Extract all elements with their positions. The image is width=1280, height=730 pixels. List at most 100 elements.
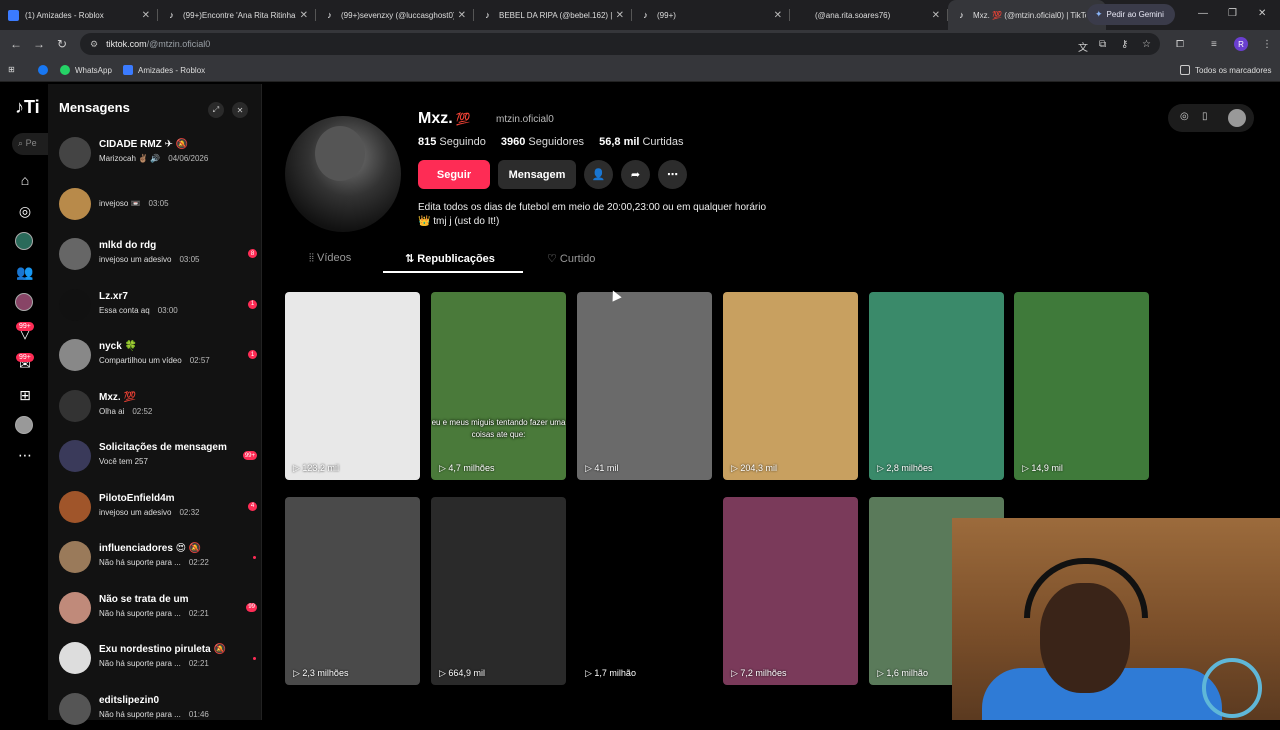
tiktok-logo[interactable]: ♪Ti	[15, 97, 40, 118]
conversation-preview: Essa conta aq 03:00	[99, 305, 178, 315]
messages-title: Mensagens	[59, 100, 130, 115]
browser-tab[interactable]: ♪ (99+)Encontre 'Ana Rita Ritinha' ✕	[158, 0, 316, 30]
top-right-controls: ◎ ▯	[1168, 104, 1254, 132]
conversation-item[interactable]: Não se trata de um Não há suporte para ..…	[59, 589, 259, 629]
conversation-item[interactable]: nyck 🍀 Compartilhou um vídeo 02:57 1	[59, 336, 259, 376]
conversation-item[interactable]: Mxz. 💯 Olha ai 02:52	[59, 387, 259, 427]
menu-icon[interactable]: ⋮	[1262, 39, 1272, 50]
explore-icon[interactable]: ◎	[16, 202, 34, 220]
minimize-icon[interactable]: —	[1198, 8, 1208, 19]
more-icon[interactable]: ⋯	[16, 446, 34, 464]
back-icon[interactable]: ←	[10, 37, 22, 51]
facebook-bookmark[interactable]	[38, 65, 53, 75]
view-count: ▷ 14,9 mil	[1022, 463, 1063, 473]
close-messages-icon[interactable]: ✕	[232, 102, 248, 118]
maximize-icon[interactable]: ❐	[1228, 8, 1237, 19]
close-tab-icon[interactable]: ✕	[300, 10, 308, 21]
video-tile[interactable]: ▷ 14,9 mil	[1014, 292, 1149, 480]
unread-dot	[253, 657, 256, 660]
bookmark-star-icon[interactable]: ☆	[1142, 39, 1151, 50]
all-bookmarks[interactable]: Todos os marcadores	[1180, 65, 1271, 75]
avatar	[59, 137, 91, 169]
more-options-icon[interactable]: ⋯	[658, 160, 687, 189]
conversation-item[interactable]: mlkd do rdg invejoso um adesivo 03:05 8	[59, 235, 259, 275]
search-input[interactable]: ⌕ Pe	[12, 133, 48, 155]
tab-reposts[interactable]: ⇅ Republicações	[405, 252, 495, 265]
close-tab-icon[interactable]: ✕	[774, 10, 782, 21]
video-tile[interactable]: ▷ 2,8 milhões	[869, 292, 1004, 480]
close-tab-icon[interactable]: ✕	[142, 10, 150, 21]
avatar	[59, 288, 91, 321]
conversation-preview: Olha ai 02:52	[99, 406, 153, 416]
translate-icon[interactable]: 文	[1078, 39, 1088, 54]
tab-videos[interactable]: ⦙⦙ Vídeos	[309, 252, 351, 265]
expand-icon[interactable]: ⤢	[208, 102, 224, 118]
key-icon[interactable]: ⚷	[1121, 39, 1128, 50]
view-count: ▷ 664,9 mil	[439, 668, 485, 678]
profile-avatar[interactable]	[15, 416, 33, 434]
share-icon[interactable]: ➦	[621, 160, 650, 189]
add-friend-icon[interactable]: 👤	[584, 160, 613, 189]
browser-tab[interactable]: ♪ (99+) ✕	[632, 0, 790, 30]
conversation-item[interactable]: Exu nordestino piruleta 🔕 Não há suporte …	[59, 639, 259, 679]
upload-icon[interactable]: ⊞	[16, 386, 34, 404]
video-tile[interactable]: ▷ 123,2 mil	[285, 292, 420, 480]
url-input[interactable]: ⚙ tiktok.com/@mtzin.oficial0	[80, 33, 1160, 55]
tab-liked[interactable]: ♡ Curtido	[547, 252, 595, 265]
video-tile[interactable]: ▷ 2,3 milhões	[285, 497, 420, 685]
gemini-button[interactable]: ✦ Pedir ao Gemini	[1087, 4, 1175, 25]
follow-button[interactable]: Seguir	[418, 160, 490, 189]
conversation-item[interactable]: PilotoEnfield4m invejoso um adesivo 02:32 4	[59, 488, 259, 528]
conversation-item[interactable]: influenciadores 😍 🔕 Não há suporte para .…	[59, 538, 259, 578]
close-tab-icon[interactable]: ✕	[932, 10, 940, 21]
bookmark-roblox[interactable]: Amizades - Roblox	[123, 65, 205, 75]
video-tile[interactable]: ▷ 1,7 milhão	[577, 497, 712, 685]
apps-icon[interactable]: ⊞	[8, 65, 15, 74]
roblox-icon	[8, 9, 19, 21]
following-icon[interactable]: 👥	[16, 263, 34, 281]
view-count: ▷ 2,8 milhões	[877, 463, 933, 473]
browser-tab[interactable]: ♪ (99+)sevenzxy (@luccasghost0) ✕	[316, 0, 474, 30]
install-icon[interactable]: ⧉	[1099, 39, 1106, 50]
conversation-item[interactable]: CIDADE RMZ ✈ 🔕 Marizocah ✌🏽 🔊 04/06/2026	[59, 134, 259, 174]
browser-tab[interactable]: (@ana.rita.soares76) ✕	[790, 0, 948, 30]
hundred-emoji: 💯	[455, 112, 471, 126]
whatsapp-icon	[60, 65, 70, 75]
live-avatar[interactable]	[15, 232, 33, 250]
compass-icon[interactable]: ◎	[1180, 111, 1189, 122]
user-avatar[interactable]	[1228, 109, 1246, 127]
extensions-icon[interactable]: ⧠	[1176, 39, 1184, 50]
browser-profile-avatar[interactable]: R	[1234, 37, 1248, 51]
close-tab-icon[interactable]: ✕	[458, 10, 466, 21]
browser-tab[interactable]: ♪Mxz. 💯 (@mtzin.oficial0) | TikTok✕	[948, 0, 1106, 30]
forward-icon[interactable]: →	[33, 37, 45, 51]
conversation-preview: Compartilhou um vídeo 02:57	[99, 356, 210, 365]
close-tab-icon[interactable]: ✕	[616, 10, 624, 21]
conversation-item[interactable]: Lz.xr7 Essa conta aq 03:00 1	[59, 286, 259, 326]
headphones-icon	[1024, 558, 1148, 618]
avatar	[59, 238, 91, 270]
device-icon[interactable]: ▯	[1202, 111, 1208, 122]
browser-tab[interactable]: (1) Amizades - Roblox ✕	[0, 0, 158, 30]
video-tile[interactable]: eu e meus miguis tentando fazer uma cois…	[431, 292, 566, 480]
conversation-item[interactable]: invejoso 📼 03:05	[59, 185, 259, 225]
conversation-item[interactable]: Solicitações de mensagem Você tem 257 99+	[59, 437, 259, 477]
video-tile[interactable]: ▷ 664,9 mil	[431, 497, 566, 685]
friends-avatar[interactable]	[15, 293, 33, 311]
conversation-time: 01:46	[188, 709, 209, 719]
message-button[interactable]: Mensagem	[498, 160, 576, 189]
activity-badge: 99+	[16, 322, 34, 331]
browser-tab[interactable]: ♪ BEBEL DA RIPA (@bebel.162) | T ✕	[474, 0, 632, 30]
conversation-time: 02:52	[132, 406, 153, 416]
video-tile[interactable]: ▷ 41 mil	[577, 292, 712, 480]
view-count: ▷ 41 mil	[585, 463, 619, 473]
video-tile[interactable]: ▷ 7,2 milhões	[723, 497, 858, 685]
reload-icon[interactable]: ↻	[57, 37, 67, 51]
site-info-icon[interactable]: ⚙	[90, 39, 98, 50]
bookmark-whatsapp[interactable]: WhatsApp	[60, 65, 112, 75]
conversation-item[interactable]: editslipezin0 Não há suporte para ... 01:4…	[59, 690, 259, 730]
home-icon[interactable]: ⌂	[16, 171, 34, 189]
close-window-icon[interactable]: ✕	[1258, 8, 1266, 19]
video-tile[interactable]: ▷ 204,3 mil	[723, 292, 858, 480]
media-icon[interactable]: ≡	[1211, 39, 1217, 50]
